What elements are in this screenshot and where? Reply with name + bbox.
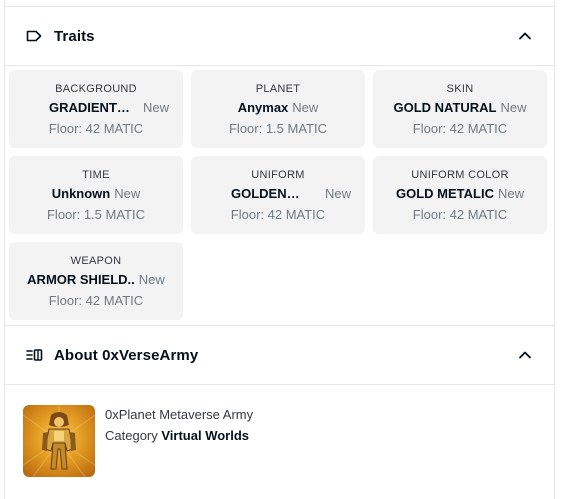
- trait-floor: Floor: 42 MATIC: [48, 292, 144, 308]
- trait-badge: New: [500, 99, 527, 115]
- about-title: About 0xVerseArmy: [54, 346, 199, 364]
- chevron-up-icon[interactable]: [516, 27, 534, 45]
- collection-description: 0xPlanet Metaverse Army: [105, 407, 254, 422]
- trait-value: GOLDEN…: [231, 185, 300, 201]
- trait-value: ARMOR SHIELD..: [27, 271, 135, 287]
- trait-card-time[interactable]: TIME Unknown New Floor: 1.5 MATIC: [9, 156, 183, 234]
- about-header-divider: [5, 384, 554, 385]
- tag-icon: [25, 27, 43, 45]
- trait-value-row: GRADIENT… New: [9, 100, 183, 115]
- trait-value-row: ARMOR SHIELD.. New: [9, 272, 183, 287]
- about-body: 0xPlanet Metaverse Army Category Virtual…: [23, 405, 253, 477]
- trait-value: GRADIENT…: [49, 99, 130, 115]
- trait-floor: Floor: 42 MATIC: [230, 206, 326, 222]
- trait-value-row: Anymax New: [191, 100, 365, 115]
- trait-value: Unknown: [51, 185, 111, 201]
- trait-badge: New: [324, 185, 351, 201]
- trait-value-row: Unknown New: [9, 186, 183, 201]
- trait-card-skin[interactable]: SKIN GOLD NATURAL New Floor: 42 MATIC: [373, 70, 547, 148]
- trait-value: Anymax: [237, 99, 289, 115]
- chevron-up-icon[interactable]: [516, 346, 534, 364]
- trait-floor: Floor: 42 MATIC: [48, 120, 144, 136]
- trait-badge: New: [292, 99, 319, 115]
- trait-type: SKIN: [446, 82, 474, 95]
- traits-header-divider: [5, 65, 554, 66]
- trait-card-weapon[interactable]: WEAPON ARMOR SHIELD.. New Floor: 42 MATI…: [9, 242, 183, 320]
- trait-value-row: GOLDEN… New: [191, 186, 365, 201]
- trait-type: UNIFORM: [251, 168, 305, 181]
- trait-floor: Floor: 1.5 MATIC: [46, 206, 145, 222]
- traits-grid: BACKGROUND GRADIENT… New Floor: 42 MATIC…: [9, 70, 554, 320]
- trait-card-uniform-color[interactable]: UNIFORM COLOR GOLD METALIC New Floor: 42…: [373, 156, 547, 234]
- trait-value: GOLD METALIC: [396, 185, 494, 201]
- traits-title: Traits: [54, 27, 95, 45]
- trait-floor: Floor: 42 MATIC: [412, 206, 508, 222]
- trait-badge: New: [138, 271, 165, 287]
- trait-type: UNIFORM COLOR: [411, 168, 509, 181]
- trait-badge: New: [142, 99, 169, 115]
- trait-floor: Floor: 42 MATIC: [412, 120, 508, 136]
- list-icon: [25, 346, 43, 364]
- traits-section-header[interactable]: Traits: [5, 7, 554, 65]
- trait-card-uniform[interactable]: UNIFORM GOLDEN… New Floor: 42 MATIC: [191, 156, 365, 234]
- trait-type: WEAPON: [70, 254, 122, 267]
- trait-badge: New: [497, 185, 524, 201]
- about-section-header[interactable]: About 0xVerseArmy: [5, 326, 554, 384]
- trait-floor: Floor: 1.5 MATIC: [228, 120, 327, 136]
- trait-type: TIME: [82, 168, 110, 181]
- trait-card-background[interactable]: BACKGROUND GRADIENT… New Floor: 42 MATIC: [9, 70, 183, 148]
- collection-avatar[interactable]: [23, 405, 95, 477]
- trait-value: GOLD NATURAL: [393, 99, 497, 115]
- soldier-figure-image: [23, 405, 95, 477]
- trait-type: BACKGROUND: [55, 82, 137, 95]
- trait-value-row: GOLD NATURAL New: [373, 100, 547, 115]
- trait-value-row: GOLD METALIC New: [373, 186, 547, 201]
- item-details-panel: Traits BACKGROUND GRADIENT… New Floor: 4…: [4, 0, 555, 499]
- trait-card-planet[interactable]: PLANET Anymax New Floor: 1.5 MATIC: [191, 70, 365, 148]
- category-label: Category: [105, 428, 158, 443]
- category-value[interactable]: Virtual Worlds: [161, 428, 249, 443]
- trait-badge: New: [114, 185, 141, 201]
- collection-category: Category Virtual Worlds: [105, 428, 253, 443]
- trait-type: PLANET: [255, 82, 301, 95]
- about-text: 0xPlanet Metaverse Army Category Virtual…: [105, 407, 253, 477]
